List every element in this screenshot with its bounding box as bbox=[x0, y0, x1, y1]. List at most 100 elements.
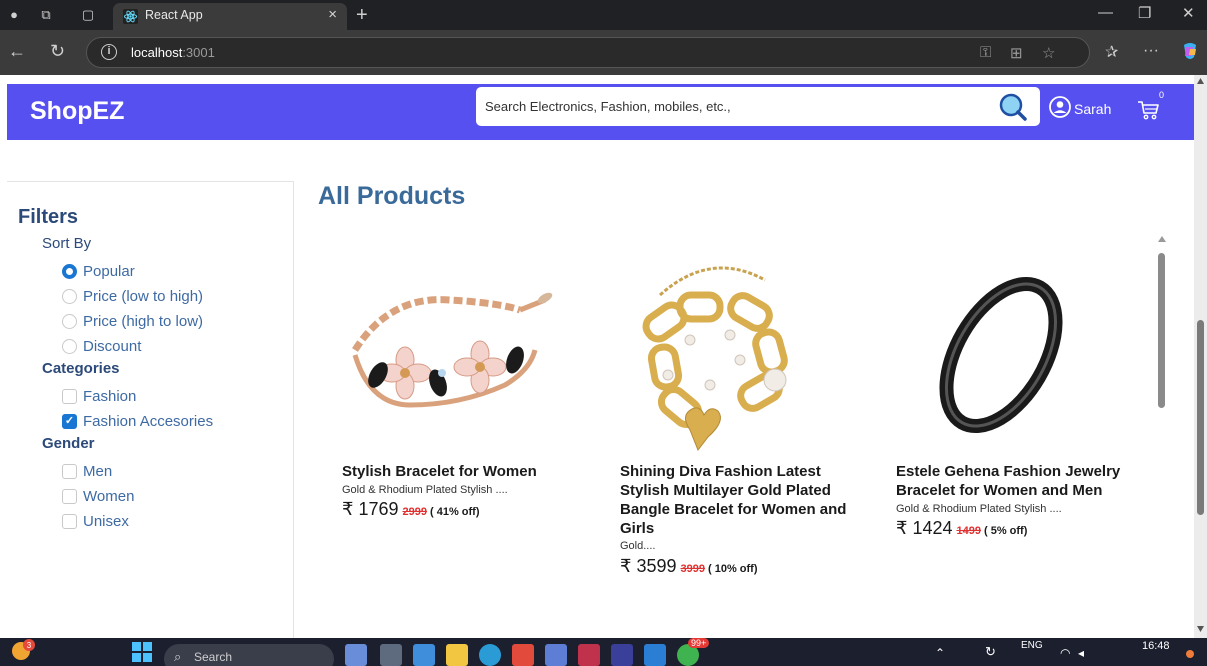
app-icon[interactable] bbox=[578, 644, 600, 666]
clock[interactable]: 16:48 bbox=[1142, 640, 1170, 652]
checkbox-unchecked-icon[interactable] bbox=[62, 489, 77, 504]
search-icon: ⌕ bbox=[174, 649, 182, 664]
price-current: ₹ 1424 bbox=[896, 518, 953, 538]
taskbar-search[interactable]: ⌕ Search bbox=[164, 644, 334, 666]
search-input[interactable] bbox=[476, 87, 996, 126]
browser-toolbar: ← ↻ i localhost:3001 ⚿ ⊞ ☆ ✰ ··· bbox=[0, 30, 1207, 75]
checkbox-checked-icon[interactable]: ✓ bbox=[62, 414, 77, 429]
product-desc: Gold.... bbox=[620, 540, 656, 552]
checkbox-unchecked-icon[interactable] bbox=[62, 389, 77, 404]
user-avatar-icon bbox=[1049, 96, 1071, 118]
filters-title: Filters bbox=[18, 206, 79, 228]
volume-icon[interactable]: ◂ bbox=[1078, 646, 1084, 660]
cart-count-badge: 0 bbox=[1159, 90, 1165, 100]
product-card[interactable]: Stylish Bracelet for Women Gold & Rhodiu… bbox=[342, 255, 592, 535]
more-menu-icon[interactable]: ··· bbox=[1143, 42, 1159, 60]
cart-icon bbox=[1138, 101, 1159, 120]
notification-badge: 99+ bbox=[688, 638, 710, 648]
price-discount: ( 5% off) bbox=[983, 525, 1028, 537]
address-bar[interactable]: i localhost:3001 ⚿ ⊞ ☆ bbox=[86, 37, 1090, 68]
vscode-icon[interactable] bbox=[644, 644, 666, 666]
back-icon[interactable]: ← bbox=[8, 41, 26, 62]
scroll-up-arrow-icon[interactable] bbox=[1158, 236, 1166, 242]
checkbox-unchecked-icon[interactable] bbox=[62, 514, 77, 529]
app-viewport: ShopEZ Sarah 0 bbox=[7, 75, 1194, 638]
url-text: localhost:3001 bbox=[131, 45, 215, 60]
brave-icon[interactable] bbox=[512, 644, 534, 666]
black-bangle-image[interactable] bbox=[876, 255, 1126, 465]
language-indicator[interactable]: ENG bbox=[1021, 640, 1043, 651]
store-icon[interactable] bbox=[545, 644, 567, 666]
svg-text:3: 3 bbox=[27, 641, 32, 650]
minimize-icon[interactable]: — bbox=[1098, 4, 1113, 21]
price-current: ₹ 1769 bbox=[342, 499, 399, 519]
product-name[interactable]: Shining Diva Fashion Latest Stylish Mult… bbox=[620, 462, 855, 538]
tab-actions-icon[interactable]: ▢ bbox=[80, 7, 96, 23]
favorites-icon[interactable]: ✰ bbox=[1105, 42, 1118, 62]
checkbox-unchecked-icon[interactable] bbox=[62, 464, 77, 479]
filters-panel: Filters Sort By Popular Price (low to hi… bbox=[7, 181, 294, 638]
weather-widget-icon[interactable]: 3 bbox=[10, 638, 36, 664]
key-icon[interactable]: ⚿ bbox=[980, 44, 991, 61]
react-favicon-icon bbox=[123, 9, 138, 24]
products-title: All Products bbox=[318, 182, 466, 210]
new-tab-icon[interactable]: + bbox=[356, 4, 368, 27]
tray-chevron-icon[interactable]: ⌃ bbox=[935, 646, 945, 660]
browser-titlebar: ● ⧉ ▢ React App × + — ❐ ✕ bbox=[0, 0, 1207, 30]
price-mrp: 2999 bbox=[402, 506, 427, 518]
browser-app-icon[interactable] bbox=[479, 644, 501, 666]
categories-title: Categories bbox=[42, 360, 120, 377]
price-discount: ( 41% off) bbox=[429, 506, 480, 518]
gold-chain-heart-bracelet-image[interactable] bbox=[590, 255, 840, 465]
product-price: ₹ 1424 1499( 5% off) bbox=[896, 518, 1027, 539]
file-explorer-icon[interactable] bbox=[446, 644, 468, 666]
radio-unchecked-icon[interactable] bbox=[62, 314, 77, 329]
after-effects-icon[interactable] bbox=[611, 644, 633, 666]
app-header: ShopEZ Sarah 0 bbox=[7, 84, 1194, 140]
windows-start-icon[interactable] bbox=[132, 642, 152, 662]
product-name[interactable]: Stylish Bracelet for Women bbox=[342, 462, 577, 481]
product-desc: Gold & Rhodium Plated Stylish .... bbox=[342, 484, 508, 496]
page-scrollbar-thumb[interactable] bbox=[1197, 320, 1204, 515]
search-icon[interactable] bbox=[998, 92, 1028, 122]
workspaces-icon[interactable]: ⧉ bbox=[38, 7, 54, 23]
close-window-icon[interactable]: ✕ bbox=[1182, 4, 1195, 22]
price-mrp: 3999 bbox=[680, 563, 705, 575]
radio-checked-icon[interactable] bbox=[62, 264, 77, 279]
profile-icon[interactable]: ● bbox=[6, 7, 22, 23]
notification-dot-icon[interactable] bbox=[1186, 650, 1194, 658]
copilot-icon[interactable] bbox=[1180, 41, 1200, 61]
task-view-icon[interactable] bbox=[380, 644, 402, 666]
refresh-tray-icon[interactable]: ↻ bbox=[985, 644, 996, 660]
copilot-app-icon[interactable] bbox=[345, 644, 367, 666]
browser-tab[interactable]: React App × bbox=[113, 3, 347, 30]
price-discount: ( 10% off) bbox=[707, 563, 758, 575]
gender-title: Gender bbox=[42, 435, 95, 452]
edge-icon[interactable] bbox=[413, 644, 435, 666]
radio-unchecked-icon[interactable] bbox=[62, 289, 77, 304]
reader-icon[interactable]: ⊞ bbox=[1010, 44, 1023, 62]
scrollbar-thumb[interactable] bbox=[1158, 253, 1165, 408]
product-card[interactable]: Shining Diva Fashion Latest Stylish Mult… bbox=[620, 255, 870, 585]
close-tab-icon[interactable]: × bbox=[328, 6, 337, 23]
product-card[interactable]: Estele Gehena Fashion Jewelry Bracelet f… bbox=[896, 255, 1146, 545]
site-info-icon[interactable]: i bbox=[101, 44, 117, 60]
rose-gold-flower-bracelet-image[interactable] bbox=[330, 255, 580, 465]
page-scrollbar[interactable] bbox=[1194, 75, 1207, 638]
wifi-icon[interactable]: ◠ bbox=[1060, 646, 1070, 660]
restore-icon[interactable]: ❐ bbox=[1138, 4, 1151, 22]
product-list-scrollbar[interactable] bbox=[1155, 233, 1169, 638]
page-scroll-down-icon[interactable] bbox=[1197, 626, 1204, 632]
product-price: ₹ 1769 2999( 41% off) bbox=[342, 499, 479, 520]
favorite-star-icon[interactable]: ☆ bbox=[1042, 44, 1055, 62]
cart-button[interactable]: 0 bbox=[1137, 90, 1165, 124]
sort-by-title: Sort By bbox=[42, 235, 92, 252]
radio-unchecked-icon[interactable] bbox=[62, 339, 77, 354]
product-price: ₹ 3599 3999( 10% off) bbox=[620, 556, 757, 577]
user-name: Sarah bbox=[1074, 101, 1112, 117]
page-scroll-up-icon[interactable] bbox=[1197, 78, 1204, 84]
reload-icon[interactable]: ↻ bbox=[50, 41, 65, 62]
product-name[interactable]: Estele Gehena Fashion Jewelry Bracelet f… bbox=[896, 462, 1131, 500]
product-desc: Gold & Rhodium Plated Stylish .... bbox=[896, 503, 1062, 515]
brand-logo[interactable]: ShopEZ bbox=[30, 97, 124, 126]
